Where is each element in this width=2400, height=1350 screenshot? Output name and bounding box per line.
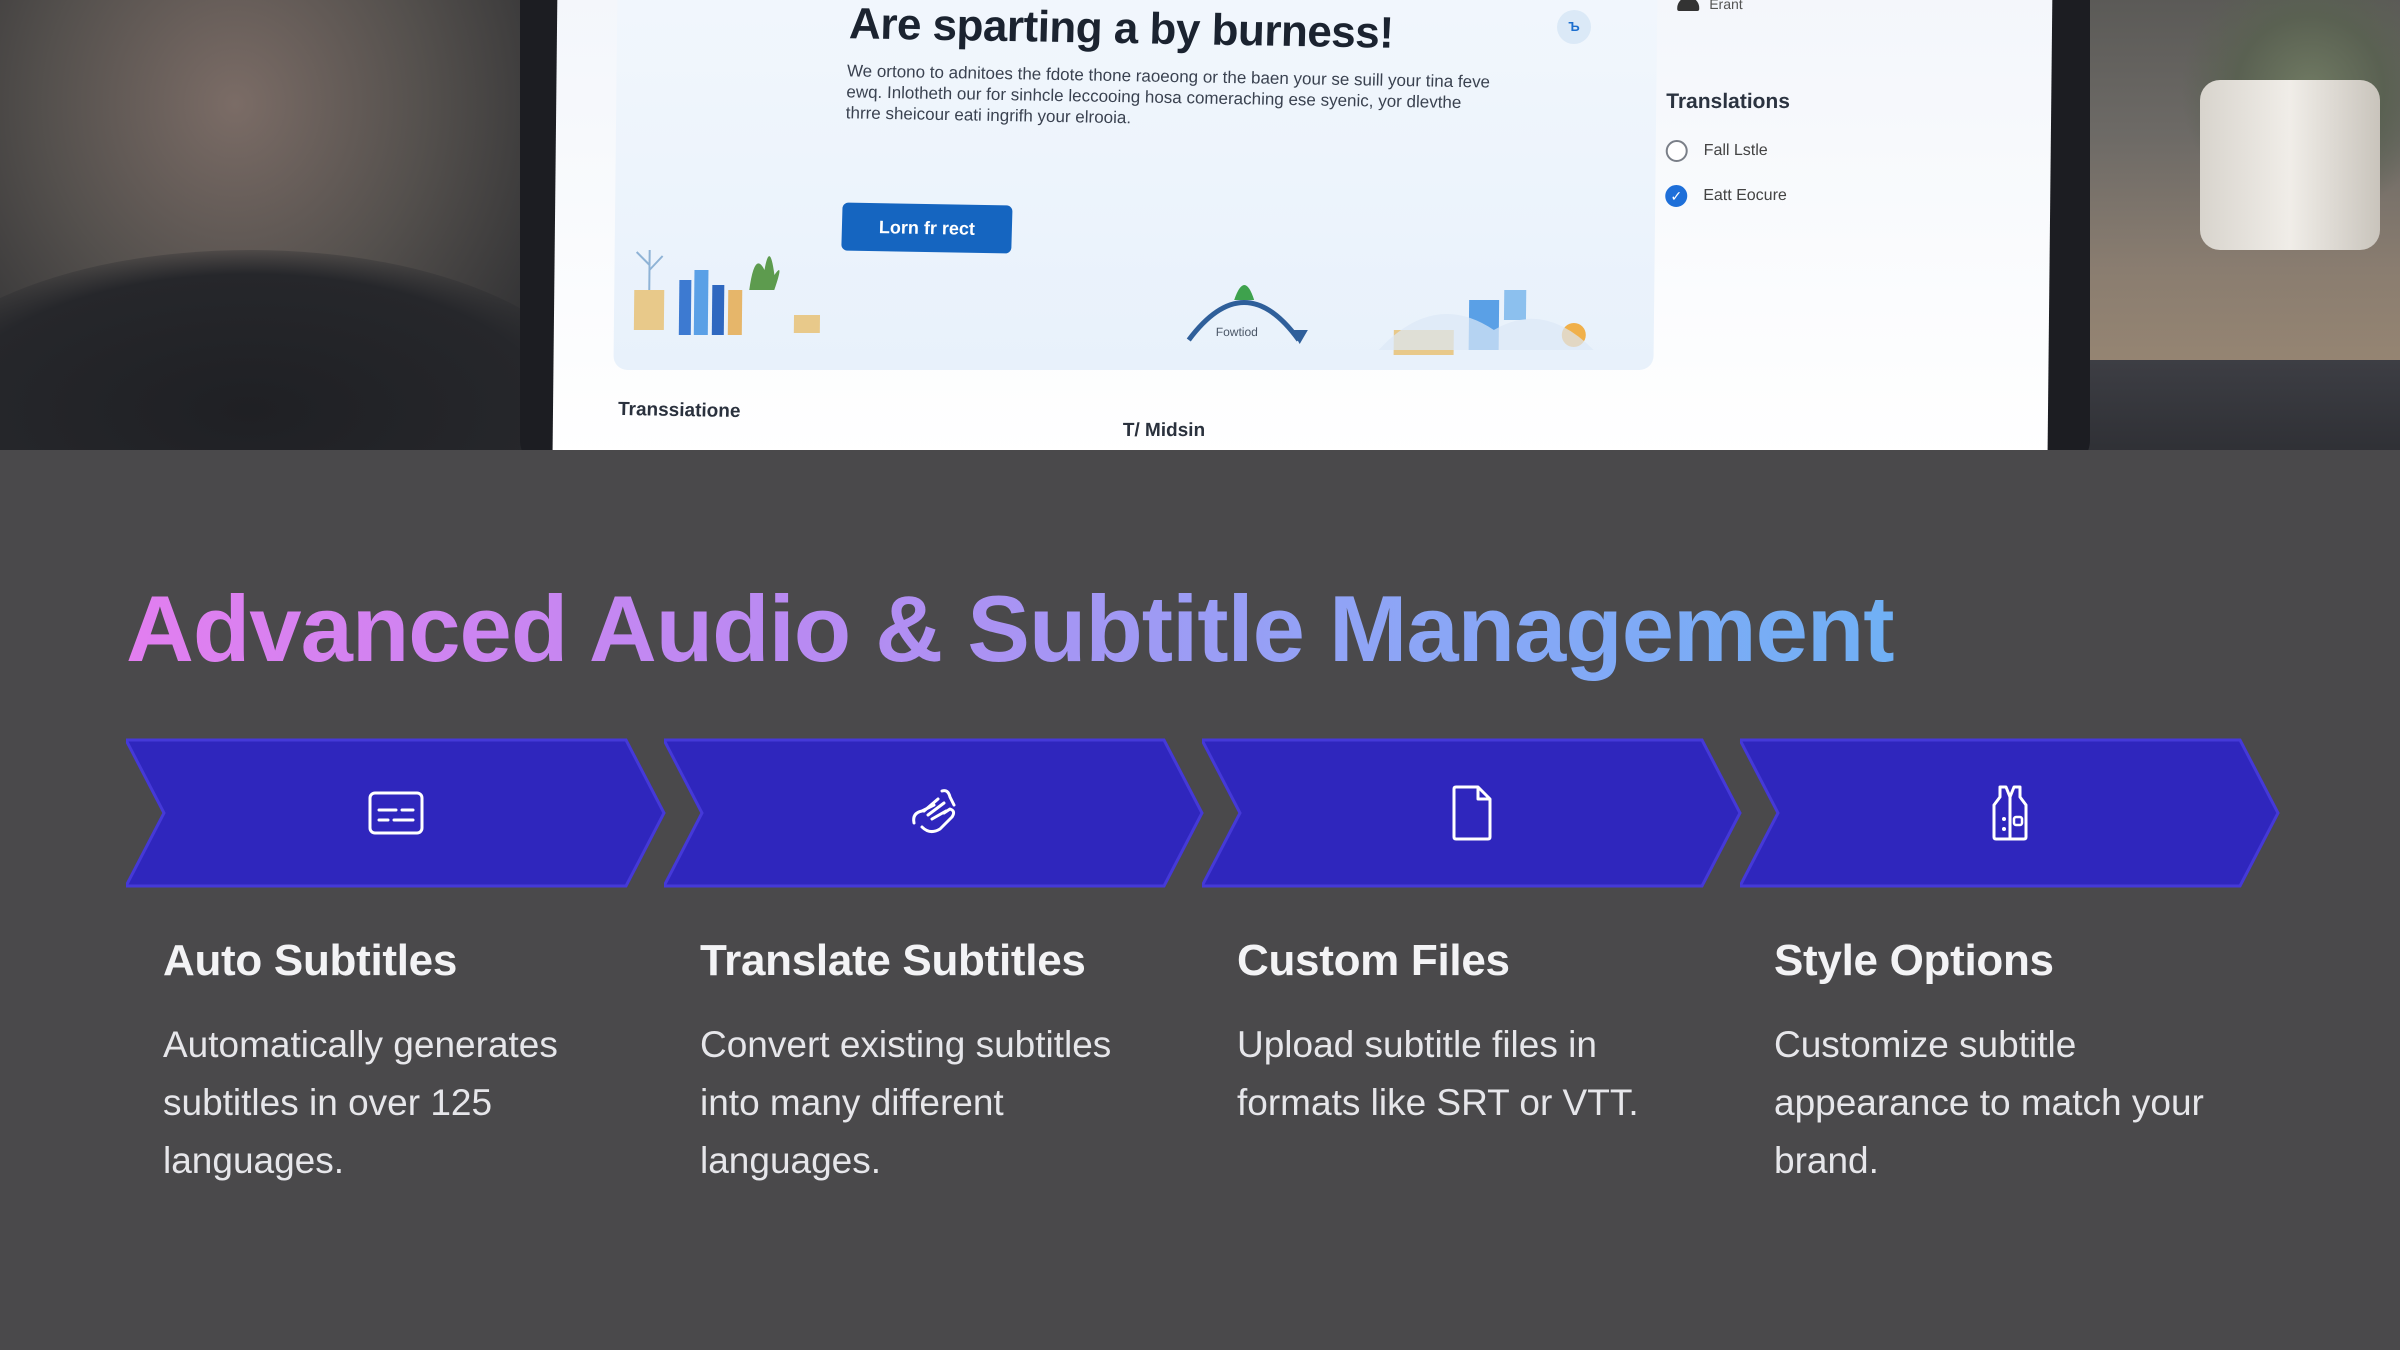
screen-illustration-left <box>633 250 821 335</box>
hero-photo: Ъ Are sparting a by burness! We ortono t… <box>0 0 2400 450</box>
feature-title: Style Options <box>1774 936 2054 985</box>
radio-icon[interactable] <box>1665 140 1688 162</box>
screen-body-text: We ortono to adnitoes the fdote thone ra… <box>845 61 1491 128</box>
feature-title: Custom Files <box>1237 936 1510 985</box>
sign-language-icon <box>912 789 956 834</box>
screen-headline: Are sparting a by burness! <box>848 0 1395 58</box>
feature-auto-subtitles: Auto Subtitles Automatically generates s… <box>163 936 623 1190</box>
screen-option-label: Eatt Eocure <box>1703 187 1787 204</box>
screen-illustration-right <box>1378 290 1594 355</box>
screen-user-name: Erant <box>1709 0 1743 12</box>
background-cup <box>2200 80 2380 250</box>
screen-option-1[interactable]: Fall Lstle <box>1665 140 1768 162</box>
feature-description: Customize subtitle appearance to match y… <box>1774 1024 2204 1181</box>
laptop-screen: Ъ Are sparting a by burness! We ortono t… <box>552 0 2053 450</box>
feature-description: Upload subtitle files in formats like SR… <box>1237 1024 1639 1123</box>
feature-chevrons <box>126 738 2280 888</box>
radio-checked-icon[interactable]: ✓ <box>1665 185 1688 207</box>
screen-user: Erant <box>1677 0 1743 12</box>
file-icon <box>1452 785 1492 841</box>
feature-title: Translate Subtitles <box>700 936 1086 985</box>
feature-description: Automatically generates subtitles in ove… <box>163 1024 558 1181</box>
feature-description: Convert existing subtitles into many dif… <box>700 1024 1112 1181</box>
feature-style-options: Style Options Customize subtitle appeara… <box>1774 936 2234 1190</box>
user-icon <box>1677 0 1700 11</box>
screen-side-title: Translations <box>1666 90 1791 113</box>
screen-footer-left: Transsiatione <box>617 398 741 423</box>
screen-option-label: Fall Lstle <box>1703 142 1768 159</box>
feature-custom-files: Custom Files Upload subtitle files in fo… <box>1237 936 1697 1132</box>
section-title: Advanced Audio & Subtitle Management <box>126 576 1895 681</box>
screen-illustration-label: Fowtiod <box>1215 325 1258 339</box>
chevron-step-4 <box>1740 738 2280 888</box>
screen-footer-mid: T/ Midsin <box>1122 420 1206 441</box>
background-desk <box>2080 360 2400 450</box>
chevron-step-3 <box>1202 738 1742 888</box>
screen-option-2[interactable]: ✓ Eatt Eocure <box>1665 185 1787 207</box>
feature-translate-subtitles: Translate Subtitles Convert existing sub… <box>700 936 1160 1190</box>
screen-learn-button[interactable]: Lorn fr rect <box>841 202 1013 254</box>
screen-badge: Ъ <box>1556 10 1592 44</box>
feature-title: Auto Subtitles <box>163 936 458 985</box>
chevron-step-1 <box>126 738 666 888</box>
subtitles-icon <box>368 791 424 835</box>
vest-icon <box>1992 785 2028 841</box>
chevron-step-2 <box>664 738 1204 888</box>
